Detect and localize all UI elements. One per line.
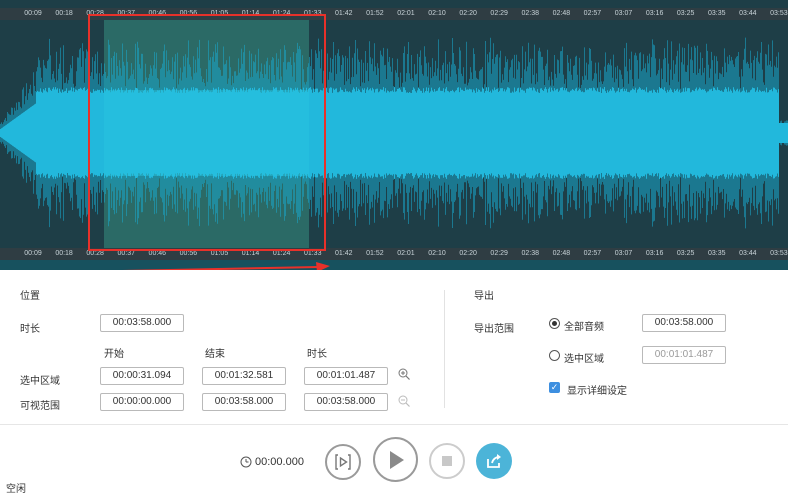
timeline-tick-label: 02:38	[521, 10, 540, 17]
timeline-tick-label: 03:44	[739, 10, 757, 17]
zoom-out-icon[interactable]	[398, 395, 410, 407]
timeline-tick-label: 03:53	[770, 250, 788, 257]
export-section-title: 导出	[474, 291, 494, 302]
duration-field[interactable]: 00:03:58.000	[100, 314, 184, 332]
timeline-tick-label: 02:57	[583, 250, 602, 257]
selection-row-label: 选中区域	[20, 376, 60, 387]
selection-length-field[interactable]: 00:01:01.487	[304, 367, 388, 385]
export-selection-radio[interactable]	[549, 350, 560, 361]
visible-length-field[interactable]: 00:03:58.000	[304, 393, 388, 411]
stop-icon	[442, 456, 452, 466]
export-range-label: 导出范围	[474, 324, 514, 335]
timeline-tick-label: 01:52	[366, 10, 384, 17]
play-selection-icon	[335, 454, 351, 470]
selection-start-field[interactable]: 00:00:31.094	[100, 367, 184, 385]
timeline-tick-label: 02:38	[521, 250, 540, 257]
show-details-checkbox[interactable]: ✓	[549, 382, 560, 393]
timeline-tick-label: 01:52	[366, 250, 384, 257]
export-all-duration-field: 00:03:58.000	[642, 314, 726, 332]
export-button[interactable]	[476, 443, 512, 479]
timeline-tick-label: 03:35	[707, 10, 726, 17]
timeline-tick-label: 03:16	[645, 250, 664, 257]
timeline-tick-label: 00:18	[55, 250, 73, 257]
play-button[interactable]	[373, 437, 418, 482]
position-section-title: 位置	[20, 291, 40, 302]
timeline-tick-label: 03:25	[676, 250, 695, 257]
timeline-tick-label: 01:42	[335, 250, 353, 257]
timeline-tick-label: 02:20	[459, 250, 477, 257]
timeline-tick-label: 02:01	[397, 250, 415, 257]
export-icon	[487, 454, 501, 468]
play-icon	[389, 450, 404, 469]
timeline-tick-label: 03:53	[770, 10, 788, 17]
export-selection-label[interactable]: 选中区域	[564, 350, 604, 365]
timeline-tick-label: 02:57	[583, 10, 602, 17]
stop-button[interactable]	[429, 443, 465, 479]
visible-range-row-label: 可视范围	[20, 401, 60, 412]
timeline-tick-label: 03:16	[645, 10, 664, 17]
timeline-tick-label: 01:42	[335, 10, 353, 17]
timeline-tick-label: 03:35	[707, 250, 726, 257]
timeline-tick-label: 02:29	[490, 250, 508, 257]
selection-highlight-box	[88, 14, 326, 251]
timeline-tick-label: 00:09	[24, 250, 42, 257]
timeline-tick-label: 02:48	[552, 250, 571, 257]
timeline-tick-label: 02:01	[397, 10, 415, 17]
status-text: 空闲	[6, 484, 26, 495]
timeline-tick-label: 02:20	[459, 10, 477, 17]
play-selection-button[interactable]	[325, 444, 361, 480]
export-all-radio[interactable]	[549, 318, 560, 329]
timeline-tick-label: 03:44	[739, 250, 757, 257]
section-divider	[444, 290, 445, 408]
column-header-end: 结束	[205, 349, 225, 360]
export-selection-duration-field: 00:01:01.487	[642, 346, 726, 364]
timeline-tick-label: 03:25	[676, 10, 695, 17]
selection-end-field[interactable]: 00:01:32.581	[202, 367, 286, 385]
zoom-in-icon[interactable]	[398, 368, 410, 380]
transport-divider	[0, 424, 788, 425]
timeline-tick-label: 03:07	[614, 10, 633, 17]
timeline-tick-label: 00:09	[24, 10, 42, 17]
timeline-tick-label: 00:18	[55, 10, 73, 17]
visible-end-field[interactable]: 00:03:58.000	[202, 393, 286, 411]
timeline-tick-label: 02:10	[428, 10, 446, 17]
show-details-label[interactable]: 显示详细设定	[567, 382, 627, 397]
waveform-panel[interactable]: 00:09 00:18 00:28 00:37 00:46 00:56 01:05 01:14…	[0, 0, 788, 273]
clock-icon	[240, 456, 252, 468]
visible-start-field[interactable]: 00:00:00.000	[100, 393, 184, 411]
timeline-tick-label: 02:48	[552, 10, 571, 17]
duration-label: 时长	[20, 324, 40, 335]
timeline-tick-label: 03:07	[614, 250, 633, 257]
column-header-length: 时长	[307, 349, 327, 360]
export-all-label[interactable]: 全部音频	[564, 318, 604, 333]
timeline-tick-label: 02:10	[428, 250, 446, 257]
timeline-tick-label: 02:29	[490, 10, 508, 17]
column-header-start: 开始	[104, 349, 124, 360]
playback-time: 00:00.000	[255, 456, 304, 468]
